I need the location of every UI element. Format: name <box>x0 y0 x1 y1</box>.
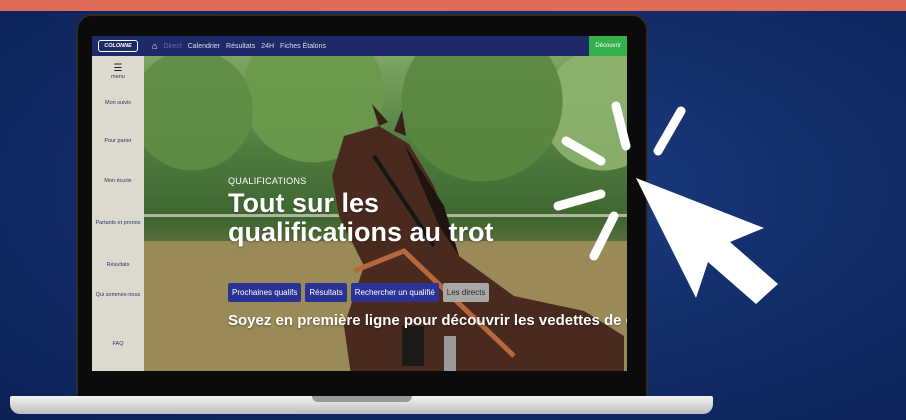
nav-link-24h[interactable]: 24H <box>261 43 274 50</box>
hamburger-icon: ☰ <box>113 63 123 74</box>
sidebar-item-faq[interactable]: FAQ <box>92 341 144 348</box>
nav-link-resultats[interactable]: Résultats <box>226 43 255 50</box>
prochaines-qualifs-button[interactable]: Prochaines qualifs <box>228 283 302 302</box>
top-accent-stripe <box>0 0 906 11</box>
home-icon[interactable]: ⌂ <box>152 41 157 51</box>
sidebar-item-mon-suivis[interactable]: Mon suivis <box>92 100 144 107</box>
hero-text-block: QUALIFICATIONS Tout sur les qualificatio… <box>228 176 494 247</box>
laptop-notch <box>312 396 412 402</box>
top-navbar: COLONNE ⌂ Direct Calendrier Résultats 24… <box>92 36 627 56</box>
sidebar-item-pour-parier[interactable]: Pour parier <box>92 138 144 145</box>
site-logo[interactable]: COLONNE <box>98 40 138 52</box>
cursor-click-icon <box>553 101 778 304</box>
decouvrir-button[interactable]: Découvrir <box>589 36 627 56</box>
nav-links: Direct Calendrier Résultats 24H Fiches É… <box>163 43 332 50</box>
hero-eyebrow: QUALIFICATIONS <box>228 176 307 186</box>
rechercher-qualifie-button[interactable]: Rechercher un qualifié <box>350 283 439 302</box>
sidebar-item-resultats[interactable]: Résultats <box>92 262 144 269</box>
nav-link-direct[interactable]: Direct <box>163 43 181 50</box>
hero-headline: Tout sur les qualifications au trot <box>228 189 494 247</box>
menu-toggle[interactable]: ☰ menu <box>92 64 144 81</box>
hero-headline-line1: Tout sur les <box>228 188 380 218</box>
nav-link-calendrier[interactable]: Calendrier <box>188 43 220 50</box>
side-menu: ☰ menu Mon suivis Pour parier Mon écurie… <box>92 56 144 371</box>
menu-label: menu <box>111 74 125 80</box>
hero-button-row: Prochaines qualifs Résultats Rechercher … <box>228 283 493 302</box>
nav-link-fiches-etalons[interactable]: Fiches Étalons <box>280 43 326 50</box>
sidebar-item-partants-pronos[interactable]: Partants et pronos <box>92 220 144 227</box>
sidebar-item-qui-sommes-nous[interactable]: Qui sommes-nous <box>92 292 144 299</box>
resultats-button[interactable]: Résultats <box>305 283 347 302</box>
les-directs-button[interactable]: Les directs <box>442 283 490 302</box>
hero-headline-line2: qualifications au trot <box>228 217 494 247</box>
sidebar-item-mon-ecurie[interactable]: Mon écurie <box>92 178 144 185</box>
